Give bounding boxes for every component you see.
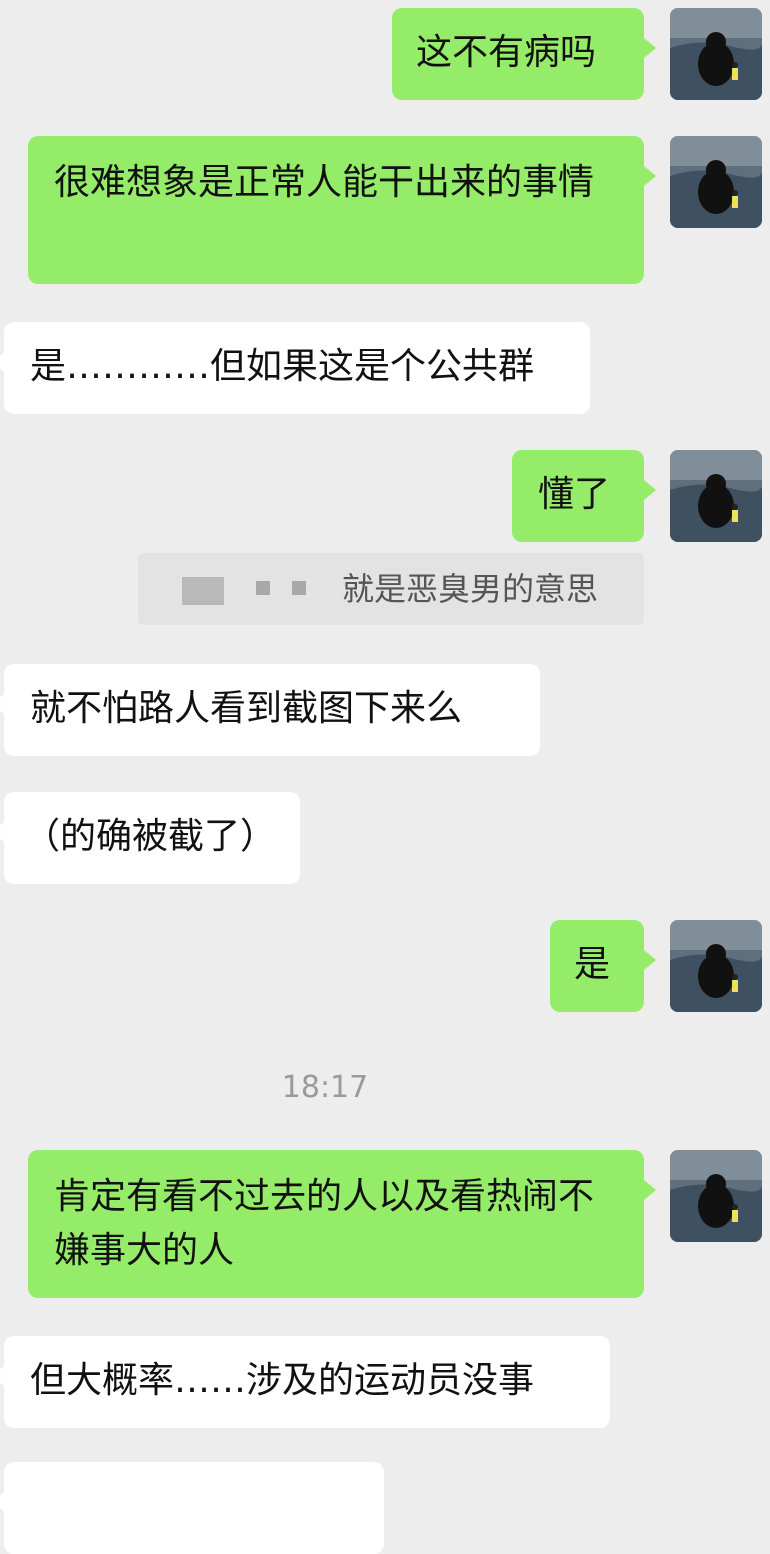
pixelated-name — [256, 581, 270, 595]
message-bubble[interactable]: 是…………但如果这是个公共群 — [0, 322, 590, 414]
timestamp: 18:17 — [281, 1070, 369, 1105]
bear-avatar-icon — [670, 920, 762, 1012]
bear-avatar-icon — [670, 8, 762, 100]
message-bubble-partial[interactable] — [0, 1462, 384, 1554]
message-bubble[interactable]: 但大概率……涉及的运动员没事 — [0, 1336, 610, 1428]
message-bubble[interactable]: （的确被截了） — [0, 792, 300, 884]
avatar[interactable] — [670, 920, 762, 1012]
message-text: 很难想象是正常人能干出来的事情 — [54, 162, 595, 203]
bear-avatar-icon — [670, 450, 762, 542]
message-bubble[interactable]: 很难想象是正常人能干出来的事情 — [28, 136, 656, 284]
pixelated-name — [292, 581, 306, 595]
avatar[interactable] — [670, 136, 762, 228]
message-bubble[interactable]: 肯定有看不过去的人以及看热闹不嫌事大的人 — [28, 1150, 656, 1298]
message-bubble[interactable]: 懂了 — [512, 450, 656, 542]
avatar[interactable] — [670, 1150, 762, 1242]
message-text: 是…………但如果这是个公共群 — [30, 346, 535, 387]
quote-text: 就是恶臭男的意思 — [342, 570, 599, 608]
bear-avatar-icon — [670, 136, 762, 228]
avatar[interactable] — [670, 450, 762, 542]
message-text: 但大概率……涉及的运动员没事 — [30, 1360, 535, 1401]
message-text: 肯定有看不过去的人以及看热闹不嫌事大的人 — [54, 1176, 595, 1271]
message-text: 懂了 — [538, 474, 611, 515]
pixelated-avatar — [182, 577, 224, 605]
avatar[interactable] — [670, 8, 762, 100]
bear-avatar-icon — [670, 1150, 762, 1242]
message-text: 是 — [574, 944, 611, 985]
message-bubble[interactable]: 这不有病吗 — [392, 8, 656, 100]
message-text: （的确被截了） — [24, 816, 277, 857]
message-text: 就不怕路人看到截图下来么 — [30, 688, 463, 729]
message-bubble[interactable]: 是 — [550, 920, 656, 1012]
quoted-message[interactable]: 就是恶臭男的意思 — [138, 553, 644, 625]
message-bubble[interactable]: 就不怕路人看到截图下来么 — [0, 664, 540, 756]
message-text: 这不有病吗 — [416, 32, 597, 73]
